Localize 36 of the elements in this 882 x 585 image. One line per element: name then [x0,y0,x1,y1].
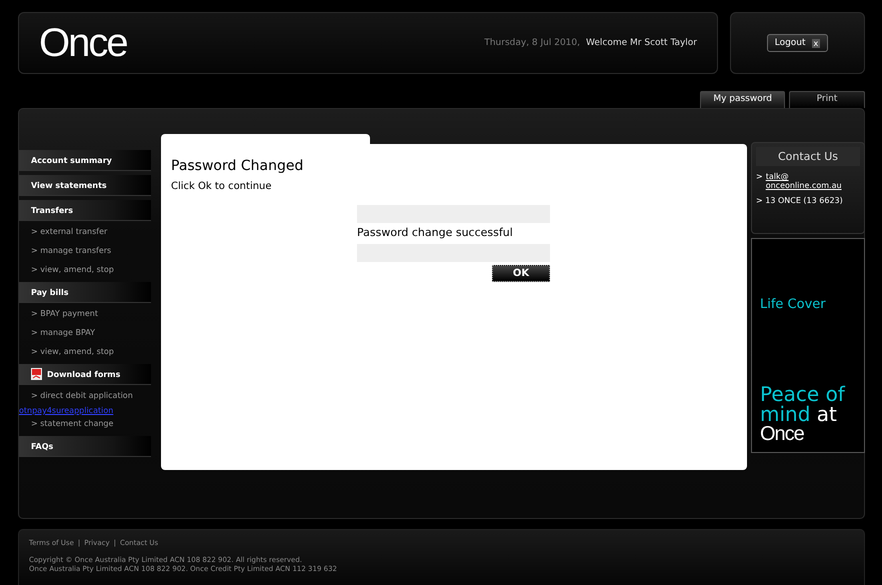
sidebar-heading[interactable]: Download forms [19,364,151,385]
sidebar-link[interactable]: > view, amend, stop [19,261,151,280]
contact-title: Contact Us [756,147,860,166]
dialog-instruction: Click Ok to continue [171,181,272,192]
dialog-title: Password Changed [171,158,304,174]
sidebar-link[interactable]: > manage BPAY [19,324,151,343]
sidebar-link[interactable]: > BPAY payment [19,305,151,324]
success-message: Password change successful [357,226,514,239]
sidebar-link[interactable]: > manage transfers [19,242,151,261]
logo: Once [39,20,127,66]
date-text: Thursday, 8 Jul 2010, [484,38,580,48]
close-icon: x [812,38,820,48]
sidebar-heading[interactable]: FAQs [19,436,151,457]
sidebar-link[interactable]: > view, amend, stop [19,343,151,362]
sidebar-heading[interactable]: Pay bills [19,282,151,303]
phone-text: > 13 ONCE (13 6623) [756,196,844,205]
pdf-icon [31,368,42,380]
bullet-text: > [756,172,763,183]
email-link[interactable]: talk@ onceonline.com.au [766,172,860,190]
logout-label[interactable]: Logout [774,38,806,48]
sidebar-link[interactable]: > external transfer [19,223,151,242]
sidebar-heading[interactable]: Account summary [19,150,151,171]
ad-slogan: Peace of mind at [760,384,846,424]
sidebar-heading-label[interactable]: Download forms [47,370,120,378]
top-tab[interactable]: My password [700,91,785,108]
ad-banner[interactable]: Life Cover Peace of mind at Once [751,238,865,453]
ad-headline: Life Cover [760,297,827,312]
sidebar-link[interactable]: > direct debit application [19,387,151,406]
top-tab[interactable]: Print [789,91,865,108]
sidebar-heading[interactable]: Transfers [19,200,151,221]
welcome-text: Welcome Mr Scott Taylor [586,38,697,48]
ok-button[interactable]: OK [492,265,550,282]
sidebar-link[interactable]: > statement change [19,415,151,434]
ad-logo: Once [760,424,805,444]
sidebar-heading[interactable]: View statements [19,175,151,196]
logout-button[interactable]: Logout x [766,34,828,52]
